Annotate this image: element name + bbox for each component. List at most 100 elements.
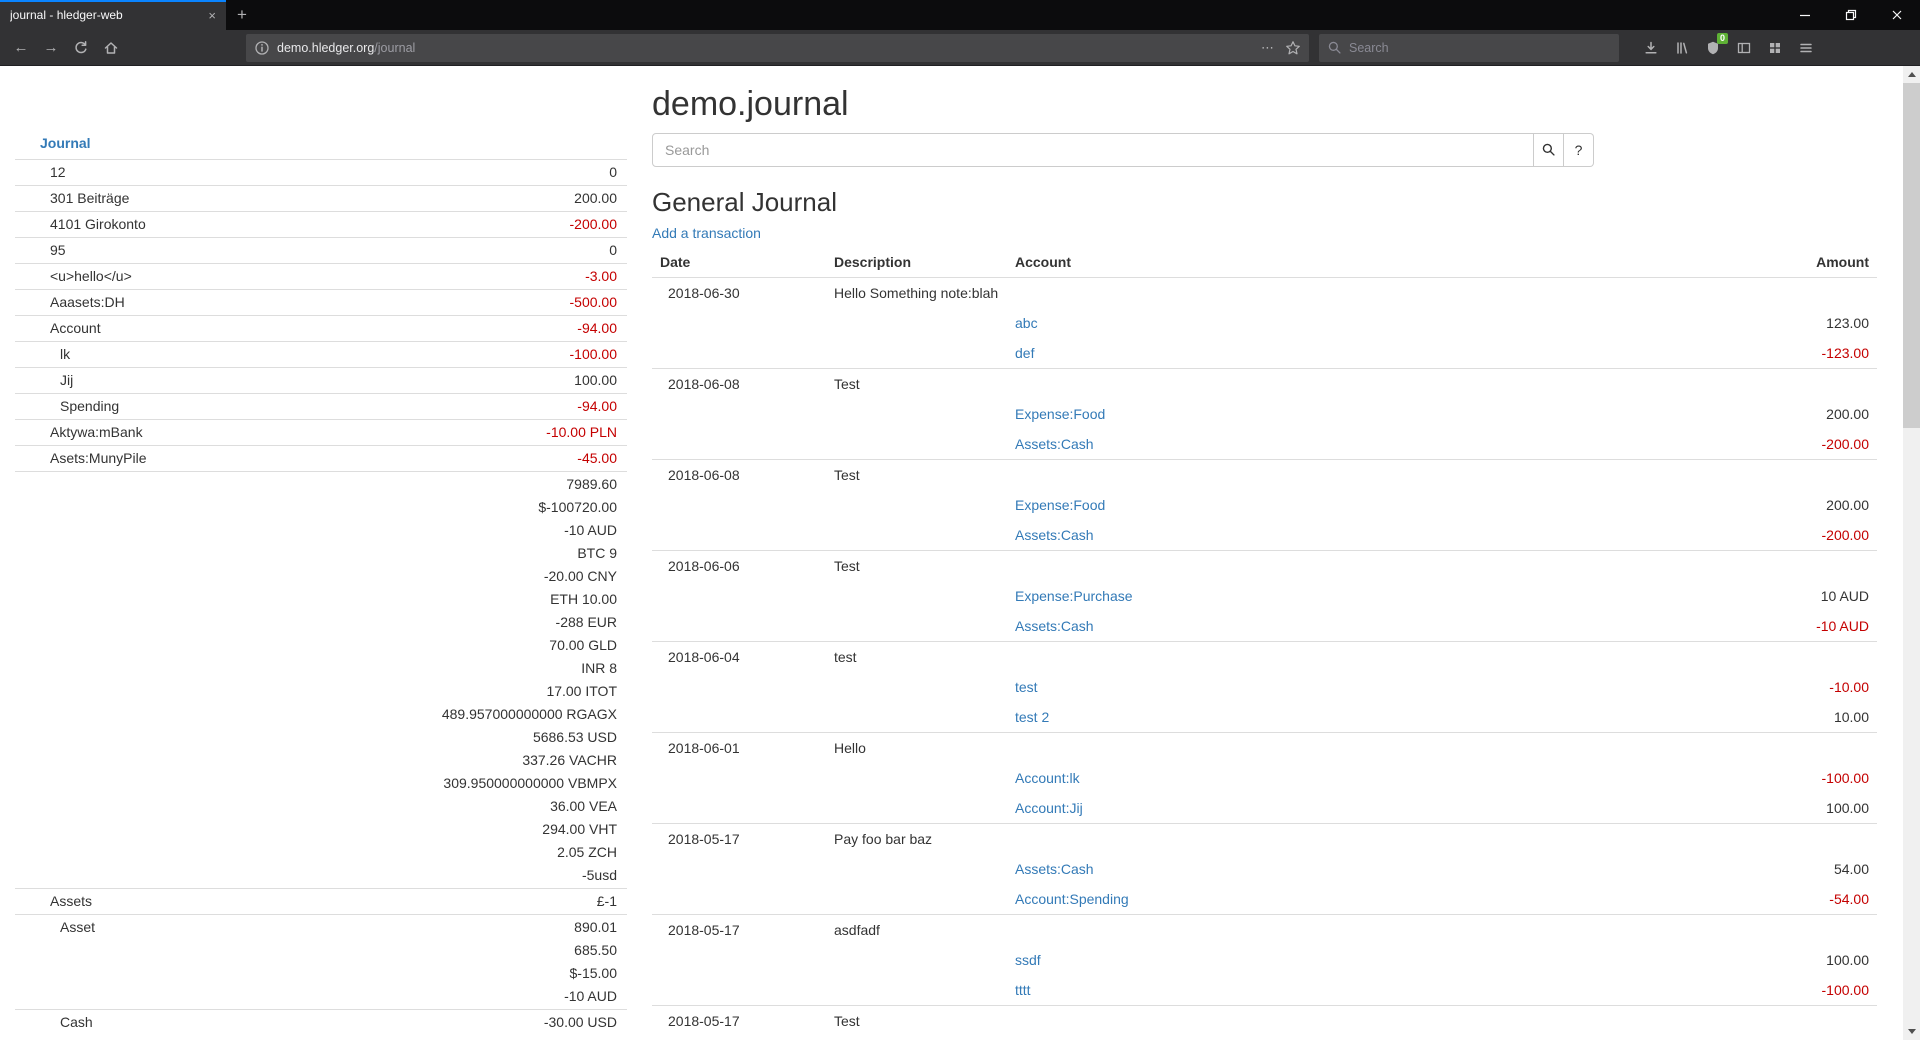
tab-close-icon[interactable]: × (208, 8, 216, 23)
journal-search-input[interactable] (652, 133, 1534, 167)
scrollbar-down-arrow[interactable] (1903, 1023, 1920, 1040)
account-balance: 17.00 ITOT (269, 680, 617, 703)
tab-bar: journal - hledger-web × + (0, 0, 1920, 30)
journal-search-button[interactable] (1534, 133, 1564, 167)
posting-account-link[interactable]: Assets:Cash (1015, 861, 1094, 877)
transaction-description: test (826, 641, 1637, 672)
sidebar-account-link[interactable]: 301 Beiträge (50, 187, 129, 210)
page-scrollbar[interactable] (1903, 66, 1920, 1040)
posting-account-link[interactable]: test (1015, 679, 1038, 695)
transaction-row: 2018-06-01Hello (652, 732, 1877, 763)
posting-account-link[interactable]: Assets:Cash (1015, 618, 1094, 634)
sidebar-account-link[interactable]: Asets:MunyPile (50, 447, 146, 470)
posting-amount: 200.00 (1637, 490, 1877, 520)
scrollbar-up-arrow[interactable] (1903, 66, 1920, 83)
posting-account-link[interactable]: Account:lk (1015, 770, 1080, 786)
browser-tab[interactable]: journal - hledger-web × (0, 0, 226, 30)
library-button[interactable] (1666, 34, 1697, 62)
account-balance: 489.957000000000 RGAGX (269, 703, 617, 726)
sidebar-account-link[interactable]: lk (50, 343, 70, 366)
posting-row: Assets:Cash-200.00 (652, 520, 1877, 551)
transaction-row: 2018-05-17Pay foo bar baz (652, 823, 1877, 854)
sidebar-account-link[interactable]: Asset (50, 916, 95, 939)
sidebar-account-link[interactable]: Aaasets:DH (50, 291, 125, 314)
window-close-button[interactable] (1874, 0, 1920, 30)
transaction-row: 2018-05-17Test (652, 1005, 1877, 1036)
scrollbar-thumb[interactable] (1903, 83, 1920, 428)
posting-account-link[interactable]: ssdf (1015, 952, 1041, 968)
transaction-row: 2018-06-06Test (652, 550, 1877, 581)
menu-button[interactable] (1790, 34, 1821, 62)
sidebar-account-row: Asset890.01685.50$-15.00-10 AUD (15, 915, 627, 1010)
posting-amount: -54.00 (1637, 884, 1877, 915)
transaction-date: 2018-05-17 (652, 823, 826, 854)
browser-search-field[interactable]: Search (1319, 34, 1619, 62)
sidebar-account-link[interactable]: 12 (50, 161, 66, 184)
transaction-date: 2018-06-30 (652, 277, 826, 308)
posting-account-link[interactable]: tttt (1015, 982, 1031, 998)
sidebar-account-row: lk-100.00 (15, 342, 627, 368)
posting-account-link[interactable]: Expense:Purchase (1015, 588, 1133, 604)
adblock-extension-button[interactable]: 0 (1697, 34, 1728, 62)
posting-account-link[interactable]: Assets:Cash (1015, 527, 1094, 543)
main-panel: demo.journal ? General Journal Add a tra… (627, 66, 1903, 1036)
back-button[interactable]: ← (6, 34, 36, 62)
posting-account-link[interactable]: Expense:Food (1015, 406, 1105, 422)
downloads-button[interactable] (1635, 34, 1666, 62)
account-balance: 7989.60 (269, 473, 617, 496)
account-balance: 0 (269, 161, 617, 184)
window-minimize-button[interactable] (1782, 0, 1828, 30)
sidebar-account-link[interactable]: Account (50, 317, 101, 340)
new-tab-button[interactable]: + (226, 0, 258, 30)
posting-account-link[interactable]: Account:Spending (1015, 891, 1129, 907)
account-balance: 36.00 VEA (269, 795, 617, 818)
sidebar-account-link[interactable]: 95 (50, 239, 66, 262)
posting-account-link[interactable]: abc (1015, 315, 1038, 331)
sidebar-account-link[interactable]: Assets (50, 890, 92, 913)
sidebar-journal-link[interactable]: Journal (40, 135, 91, 151)
site-info-icon[interactable] (254, 40, 270, 56)
sidebar-account-link[interactable]: Spending (50, 395, 119, 418)
sidebar-account-row: Asets:MunyPile-45.00 (15, 446, 627, 472)
posting-account-link[interactable]: Account:Jij (1015, 800, 1083, 816)
address-bar[interactable]: demo.hledger.org/journal ⋯ (246, 34, 1309, 62)
forward-button[interactable]: → (36, 34, 66, 62)
sidebar-account-link[interactable]: Cash (50, 1011, 93, 1034)
sidebar-account-row: 301 Beiträge200.00 (15, 186, 627, 212)
posting-account-link[interactable]: test 2 (1015, 709, 1049, 725)
account-balance: 294.00 VHT (269, 818, 617, 841)
posting-account-link[interactable]: Expense:Food (1015, 497, 1105, 513)
url-path: /journal (374, 41, 415, 55)
sidebar-toggle-button[interactable] (1728, 34, 1759, 62)
sidebar-account-link[interactable]: <u>hello</u> (50, 265, 132, 288)
sidebar-account-row: 12 0 (15, 160, 627, 186)
transaction-date: 2018-05-17 (652, 1005, 826, 1036)
window-restore-button[interactable] (1828, 0, 1874, 30)
sidebar-account-link[interactable]: 4101 Girokonto (50, 213, 146, 236)
posting-amount: -10 AUD (1637, 611, 1877, 642)
apps-grid-button[interactable] (1759, 34, 1790, 62)
sidebar-account-row: Account-94.00 (15, 316, 627, 342)
posting-row: Account:Jij100.00 (652, 793, 1877, 824)
posting-account-link[interactable]: def (1015, 345, 1034, 361)
posting-row: ssdf100.00 (652, 945, 1877, 975)
posting-amount: 54.00 (1637, 854, 1877, 884)
toolbar-icon-cluster: 0 (1635, 34, 1821, 62)
reload-button[interactable] (66, 34, 96, 62)
posting-account-link[interactable]: Assets:Cash (1015, 436, 1094, 452)
search-help-button[interactable]: ? (1564, 133, 1594, 167)
posting-amount: 10 AUD (1637, 581, 1877, 611)
account-balance: 0 (269, 239, 617, 262)
page-actions-icon[interactable]: ⋯ (1261, 40, 1275, 56)
sidebar-account-link[interactable]: Aktywa:mBank (50, 421, 143, 444)
home-button[interactable] (96, 34, 126, 62)
posting-amount: -100.00 (1637, 975, 1877, 1006)
account-balance: 309.950000000000 VBMPX (269, 772, 617, 795)
add-transaction-link[interactable]: Add a transaction (652, 225, 761, 241)
account-balance: -20.00 CNY (269, 565, 617, 588)
sidebar-account-link[interactable]: Jij (50, 369, 73, 392)
transaction-description: Test (826, 459, 1637, 490)
library-icon (1674, 40, 1690, 56)
posting-amount: -123.00 (1637, 338, 1877, 369)
bookmark-star-icon[interactable] (1285, 40, 1301, 56)
